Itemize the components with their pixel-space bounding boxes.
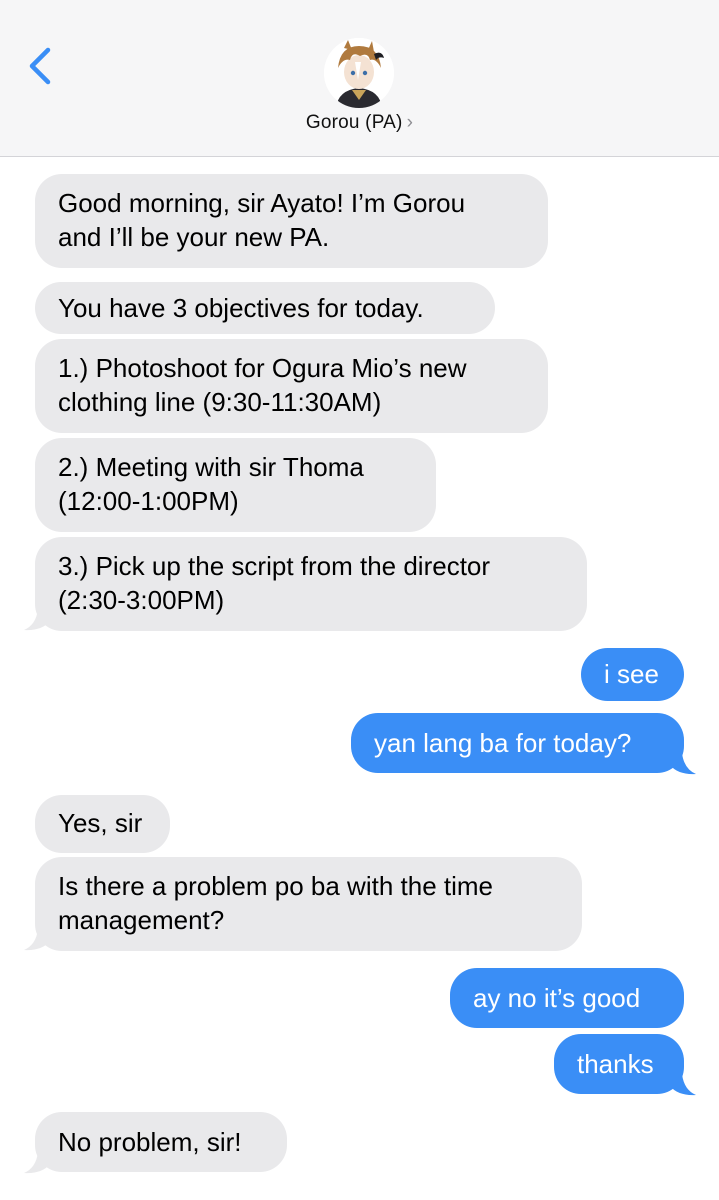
- message-line: No problem, sir!: [58, 1127, 242, 1157]
- message-line: Good morning, sir Ayato! I’m Gorou: [58, 188, 466, 218]
- message-thread[interactable]: Good morning, sir Ayato! I’m Gorou and I…: [0, 157, 719, 1200]
- message-line: 3.) Pick up the script from the director: [58, 551, 491, 581]
- message-line: ay no it’s good: [473, 983, 641, 1013]
- back-button[interactable]: [22, 44, 62, 88]
- message-line: thanks: [577, 1049, 654, 1079]
- outgoing-message-bubble[interactable]: ay no it’s good: [450, 968, 684, 1028]
- incoming-message-bubble[interactable]: 2.) Meeting with sir Thoma (12:00-1:00PM…: [35, 438, 436, 532]
- chevron-left-icon: [29, 47, 51, 85]
- bubble-tail: [24, 1152, 50, 1174]
- message-line: clothing line (9:30-11:30AM): [58, 387, 382, 417]
- bubble-tail: [24, 609, 50, 631]
- contact-avatar[interactable]: [324, 38, 394, 108]
- incoming-message-bubble[interactable]: 1.) Photoshoot for Ogura Mio’s new cloth…: [35, 339, 548, 433]
- conversation-header: Gorou (PA) ›: [0, 0, 719, 157]
- message-line: 2.) Meeting with sir Thoma: [58, 452, 364, 482]
- message-line: 1.) Photoshoot for Ogura Mio’s new: [58, 353, 467, 383]
- outgoing-message-bubble[interactable]: thanks: [554, 1034, 684, 1094]
- bubble-tail: [24, 929, 50, 951]
- incoming-message-bubble[interactable]: Is there a problem po ba with the time m…: [35, 857, 582, 951]
- message-line: management?: [58, 905, 225, 935]
- incoming-message-bubble[interactable]: 3.) Pick up the script from the director…: [35, 537, 587, 631]
- incoming-message-bubble[interactable]: Yes, sir: [35, 795, 170, 853]
- chevron-right-icon: ›: [406, 112, 414, 133]
- incoming-message-bubble[interactable]: You have 3 objectives for today.: [35, 282, 495, 334]
- bubble-tail: [670, 753, 696, 775]
- bubble-tail: [670, 1074, 696, 1096]
- outgoing-message-bubble[interactable]: yan lang ba for today?: [351, 713, 684, 773]
- message-line: i see: [604, 659, 659, 689]
- incoming-message-bubble[interactable]: Good morning, sir Ayato! I’m Gorou and I…: [35, 174, 548, 268]
- message-line: yan lang ba for today?: [374, 728, 632, 758]
- message-line: (12:00-1:00PM): [58, 486, 239, 516]
- message-line: Is there a problem po ba with the time: [58, 871, 494, 901]
- message-line: and I’ll be your new PA.: [58, 222, 330, 252]
- message-line: You have 3 objectives for today.: [58, 293, 424, 323]
- message-line: (2:30-3:00PM): [58, 585, 225, 615]
- outgoing-message-bubble[interactable]: i see: [581, 648, 684, 701]
- incoming-message-bubble[interactable]: No problem, sir!: [35, 1112, 287, 1172]
- contact-name: Gorou (PA): [305, 112, 403, 133]
- message-line: Yes, sir: [58, 808, 143, 838]
- avatar-image: [324, 38, 394, 108]
- contact-name-button[interactable]: Gorou (PA) ›: [0, 112, 719, 134]
